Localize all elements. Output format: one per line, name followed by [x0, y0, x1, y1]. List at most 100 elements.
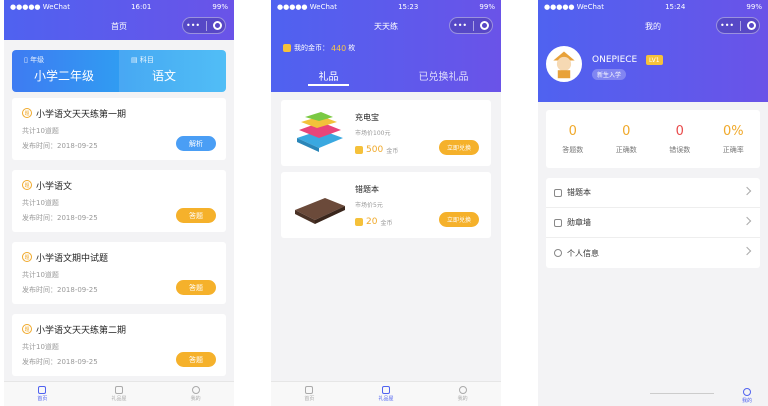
battery-label: 99%: [479, 3, 495, 11]
subject-value: 语文: [152, 69, 177, 83]
quiz-action-button[interactable]: 答题: [176, 352, 216, 367]
more-icon[interactable]: •••: [720, 21, 734, 30]
stat-label: 错误数: [669, 145, 691, 154]
tab-gift-shop[interactable]: 礼品屋: [81, 382, 158, 406]
stat-label: 答题数: [562, 145, 584, 154]
tab-home[interactable]: 首页: [4, 382, 81, 406]
capsule-divider: [206, 20, 208, 31]
quiz-date: 发布时间：2018-09-25: [22, 214, 98, 222]
stat-accuracy: 0% 正确率: [707, 110, 761, 168]
mini-program-capsule[interactable]: •••: [182, 17, 226, 34]
tab-gift-shop[interactable]: 礼品屋: [348, 382, 425, 406]
quiz-badge-icon: 题: [22, 252, 32, 262]
quiz-card[interactable]: 题 小学语文天天练第二期 共计10道题 发布时间：2018-09-25 答题: [12, 314, 226, 376]
coin-unit: 枚: [348, 44, 356, 52]
stat-value: 0%: [722, 123, 744, 139]
menu-item-wrong-questions[interactable]: 错题本: [546, 178, 760, 208]
quiz-card[interactable]: 题 小学语文天天练第一期 共计10道题 发布时间：2018-09-25 解析: [12, 98, 226, 160]
mini-program-capsule[interactable]: •••: [716, 17, 760, 34]
phone-gift-screen: ●●●●● WeChat 15:23 99% 天天练 ••• 我的金币： 440…: [271, 0, 501, 406]
cartoon-avatar-image: [548, 48, 580, 80]
more-icon[interactable]: •••: [453, 21, 467, 30]
close-circle-icon[interactable]: [747, 21, 756, 30]
more-icon[interactable]: •••: [186, 21, 200, 30]
quiz-badge-icon: 题: [22, 180, 32, 190]
menu-item-personal-info[interactable]: 个人信息: [546, 238, 760, 268]
gift-card[interactable]: 错题本 市场价5元 20 金币 立即兑换: [281, 172, 491, 238]
user-icon: [743, 388, 751, 396]
clock: 16:01: [131, 3, 152, 11]
screenshot-collage: ●●●●● WeChat 16:01 99% 首页 ••• ▯ 年级 小学二年级…: [0, 0, 768, 406]
menu-label: 错题本: [567, 188, 591, 197]
phone-home-screen: ●●●●● WeChat 16:01 99% 首页 ••• ▯ 年级 小学二年级…: [4, 0, 234, 406]
tab-profile[interactable]: 我的: [734, 388, 760, 404]
close-circle-icon[interactable]: [480, 21, 489, 30]
quiz-date: 发布时间：2018-09-25: [22, 142, 98, 150]
quiz-count: 共计10道题: [22, 343, 59, 351]
quiz-badge-icon: 题: [22, 108, 32, 118]
home-icon: [305, 386, 314, 394]
grade-subject-card: ▯ 年级 小学二年级 ▤ 科目 语文: [12, 50, 226, 92]
gift-name: 充电宝: [355, 113, 379, 122]
battery-label: 99%: [212, 3, 228, 11]
quiz-count: 共计10道题: [22, 271, 59, 279]
coin-icon: [355, 146, 363, 154]
tab-profile[interactable]: 我的: [424, 382, 501, 406]
nav-bar: 首页 •••: [4, 14, 234, 38]
gift-coin-cost: 20 金币: [355, 217, 392, 227]
carrier-label: ●●●●● WeChat: [277, 3, 337, 11]
gift-icon: [382, 386, 390, 394]
profile-menu: 错题本 勋章墙 个人信息: [546, 178, 760, 268]
stat-value: 0: [675, 123, 684, 139]
redeem-button[interactable]: 立即兑换: [439, 212, 479, 227]
gift-card[interactable]: 充电宝 市场价100元 500 金币 立即兑换: [281, 100, 491, 166]
gift-name: 错题本: [355, 185, 379, 194]
phone-profile-screen: ●●●●● WeChat 15:24 99% 我的 ••• ONEPIECE L…: [538, 0, 768, 406]
redeem-button[interactable]: 立即兑换: [439, 140, 479, 155]
quiz-title: 小学语文: [36, 182, 73, 192]
page-title: 天天练: [374, 21, 398, 31]
quiz-action-button[interactable]: 解析: [176, 136, 216, 151]
gift-market-price: 市场价100元: [355, 130, 391, 137]
quiz-title: 小学语文期中试题: [36, 254, 109, 264]
avatar[interactable]: [546, 46, 582, 82]
page-title: 我的: [645, 21, 661, 31]
gift-tab-strip: 礼品 已兑换礼品: [271, 58, 501, 92]
tab-profile[interactable]: 我的: [157, 382, 234, 406]
subject-selector[interactable]: ▤ 科目 语文: [119, 50, 226, 92]
carrier-label: ●●●●● WeChat: [544, 3, 604, 11]
gift-coin-cost: 500 金币: [355, 145, 398, 155]
coin-icon: [283, 44, 291, 52]
mini-program-capsule[interactable]: •••: [449, 17, 493, 34]
tab-gifts[interactable]: 礼品: [271, 58, 386, 92]
quiz-action-button[interactable]: 答题: [176, 280, 216, 295]
page-title: 首页: [111, 21, 127, 31]
notebook-icon: [554, 188, 562, 197]
quiz-date: 发布时间：2018-09-25: [22, 286, 98, 294]
quiz-action-button[interactable]: 答题: [176, 208, 216, 223]
menu-label: 勋章墙: [567, 218, 591, 227]
menu-item-medal-wall[interactable]: 勋章墙: [546, 208, 760, 238]
grade-tag: ▯ 年级: [24, 56, 45, 64]
stat-value: 0: [622, 123, 631, 139]
user-icon: [191, 386, 200, 394]
quiz-card[interactable]: 题 小学语文期中试题 共计10道题 发布时间：2018-09-25 答题: [12, 242, 226, 304]
coin-balance: 我的金币： 440 枚: [271, 38, 501, 58]
quiz-title: 小学语文天天练第一期: [36, 110, 127, 120]
clock: 15:23: [398, 3, 419, 11]
username: ONEPIECE: [592, 55, 638, 65]
quiz-count: 共计10道题: [22, 199, 59, 207]
quiz-date: 发布时间：2018-09-25: [22, 358, 98, 366]
stat-label: 正确率: [722, 145, 744, 154]
grade-selector[interactable]: ▯ 年级 小学二年级: [12, 50, 119, 92]
stat-correct: 0 正确数: [600, 110, 654, 168]
tab-redeemed-gifts[interactable]: 已兑换礼品: [386, 58, 501, 92]
home-icon: [38, 386, 47, 394]
tab-home[interactable]: 首页: [271, 382, 348, 406]
nav-bar: 我的 •••: [538, 14, 768, 38]
stats-panel: 0 答题数 0 正确数 0 错误数 0% 正确率: [546, 110, 760, 168]
coin-value: 440: [331, 43, 347, 53]
battery-label: 99%: [746, 3, 762, 11]
quiz-card[interactable]: 题 小学语文 共计10道题 发布时间：2018-09-25 答题: [12, 170, 226, 232]
close-circle-icon[interactable]: [213, 21, 222, 30]
